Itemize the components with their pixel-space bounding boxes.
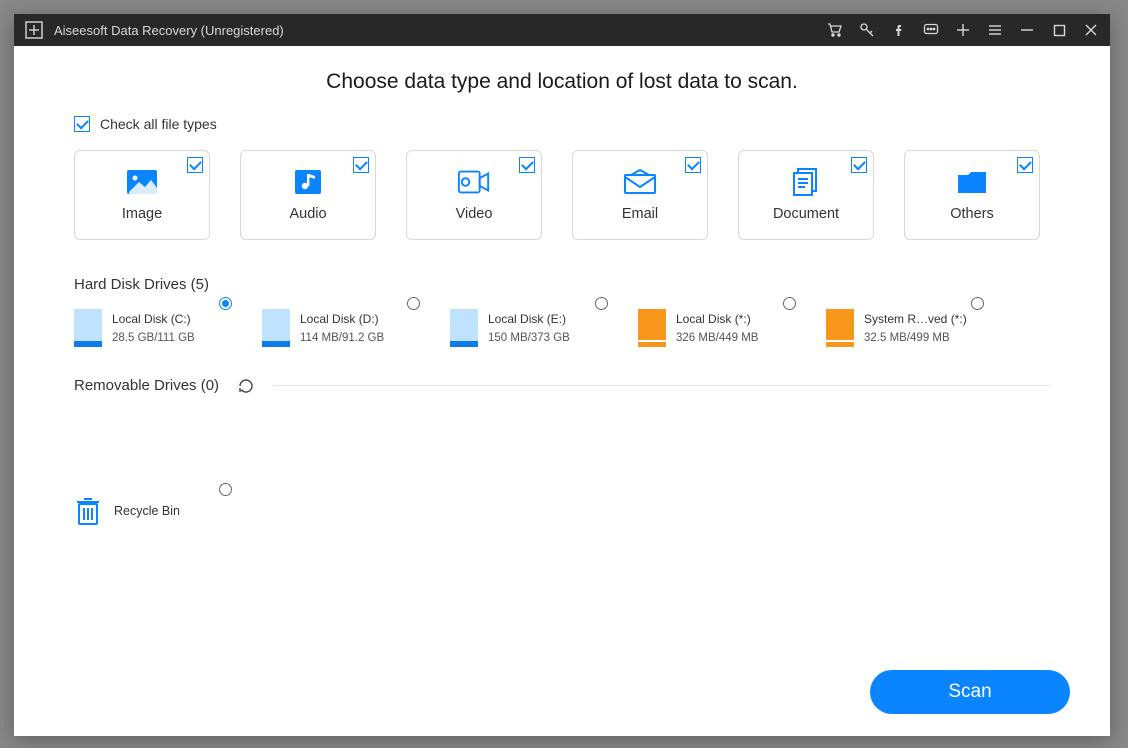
scan-button[interactable]: Scan [870,670,1070,714]
audio-icon [291,168,325,196]
key-icon[interactable] [858,21,876,39]
file-type-email[interactable]: Email [572,150,708,240]
file-type-document-checkbox[interactable] [851,157,867,173]
drive-icon [638,309,666,347]
drive-icon [826,309,854,347]
removable-section-header: Removable Drives (0) [74,377,1050,395]
email-icon [623,168,657,196]
check-all-checkbox[interactable] [74,116,90,132]
check-all-row: Check all file types [74,116,1050,132]
hard-disk-1[interactable]: Local Disk (D:)114 MB/91.2 GB [262,309,450,349]
file-type-email-checkbox[interactable] [685,157,701,173]
minimize-button[interactable] [1018,21,1036,39]
content-area: Choose data type and location of lost da… [14,46,1110,736]
drive-size: 28.5 GB/111 GB [112,329,195,349]
app-window: Aiseesoft Data Recovery (Unregistered) C… [14,14,1110,736]
file-type-document[interactable]: Document [738,150,874,240]
drive-name: Local Disk (E:) [488,309,570,329]
recycle-bin-radio[interactable] [219,483,232,496]
drive-size: 326 MB/449 MB [676,329,758,349]
removable-header-text: Removable Drives (0) [74,377,219,394]
menu-icon[interactable] [986,21,1004,39]
file-type-others[interactable]: Others [904,150,1040,240]
file-type-others-checkbox[interactable] [1017,157,1033,173]
file-type-document-label: Document [773,206,839,222]
cart-icon[interactable] [826,21,844,39]
file-type-image-checkbox[interactable] [187,157,203,173]
recycle-row: Recycle Bin [74,495,1050,527]
file-type-grid: Image Audio Video Email Document Others [74,150,1050,240]
divider [273,385,1050,386]
file-type-email-label: Email [622,206,658,222]
drive-size: 32.5 MB/499 MB [864,329,967,349]
hard-disk-2-radio[interactable] [595,297,608,310]
plus-icon[interactable] [954,21,972,39]
drive-name: Local Disk (C:) [112,309,195,329]
drive-info: Local Disk (D:)114 MB/91.2 GB [300,309,384,349]
others-icon [955,168,989,196]
file-type-video-checkbox[interactable] [519,157,535,173]
video-icon [457,168,491,196]
hard-disk-row: Local Disk (C:)28.5 GB/111 GBLocal Disk … [74,309,1050,349]
titlebar: Aiseesoft Data Recovery (Unregistered) [14,14,1110,46]
drive-name: Local Disk (D:) [300,309,384,329]
file-type-video[interactable]: Video [406,150,542,240]
hard-disk-header-text: Hard Disk Drives (5) [74,276,209,293]
file-type-image-label: Image [122,206,162,222]
file-type-audio[interactable]: Audio [240,150,376,240]
maximize-button[interactable] [1050,21,1068,39]
hard-disk-3-radio[interactable] [783,297,796,310]
recycle-bin-item[interactable]: Recycle Bin [74,495,262,527]
hard-disk-2[interactable]: Local Disk (E:)150 MB/373 GB [450,309,638,349]
hard-disk-3[interactable]: Local Disk (*:)326 MB/449 MB [638,309,826,349]
hard-disk-1-radio[interactable] [407,297,420,310]
drive-icon [450,309,478,347]
drive-info: System R…ved (*:)32.5 MB/499 MB [864,309,967,349]
drive-info: Local Disk (C:)28.5 GB/111 GB [112,309,195,349]
file-type-video-label: Video [456,206,493,222]
document-icon [789,168,823,196]
drive-info: Local Disk (E:)150 MB/373 GB [488,309,570,349]
drive-info: Local Disk (*:)326 MB/449 MB [676,309,758,349]
window-title: Aiseesoft Data Recovery (Unregistered) [54,23,284,38]
check-all-label: Check all file types [100,116,217,132]
drive-size: 114 MB/91.2 GB [300,329,384,349]
recycle-bin-label: Recycle Bin [114,504,180,518]
refresh-icon[interactable] [237,377,255,395]
file-type-audio-label: Audio [289,206,326,222]
feedback-icon[interactable] [922,21,940,39]
hard-disk-0[interactable]: Local Disk (C:)28.5 GB/111 GB [74,309,262,349]
image-icon [125,168,159,196]
hard-disk-4[interactable]: System R…ved (*:)32.5 MB/499 MB [826,309,1014,349]
hard-disk-0-radio[interactable] [219,297,232,310]
drive-size: 150 MB/373 GB [488,329,570,349]
file-type-others-label: Others [950,206,994,222]
recycle-bin-icon [74,495,102,527]
drive-name: Local Disk (*:) [676,309,758,329]
drive-name: System R…ved (*:) [864,309,967,329]
close-button[interactable] [1082,21,1100,39]
file-type-audio-checkbox[interactable] [353,157,369,173]
file-type-image[interactable]: Image [74,150,210,240]
drive-icon [74,309,102,347]
app-logo-icon [24,20,44,40]
titlebar-controls [826,21,1100,39]
drive-icon [262,309,290,347]
hard-disk-section-header: Hard Disk Drives (5) [74,276,1050,293]
main-heading: Choose data type and location of lost da… [74,70,1050,94]
facebook-icon[interactable] [890,21,908,39]
hard-disk-4-radio[interactable] [971,297,984,310]
